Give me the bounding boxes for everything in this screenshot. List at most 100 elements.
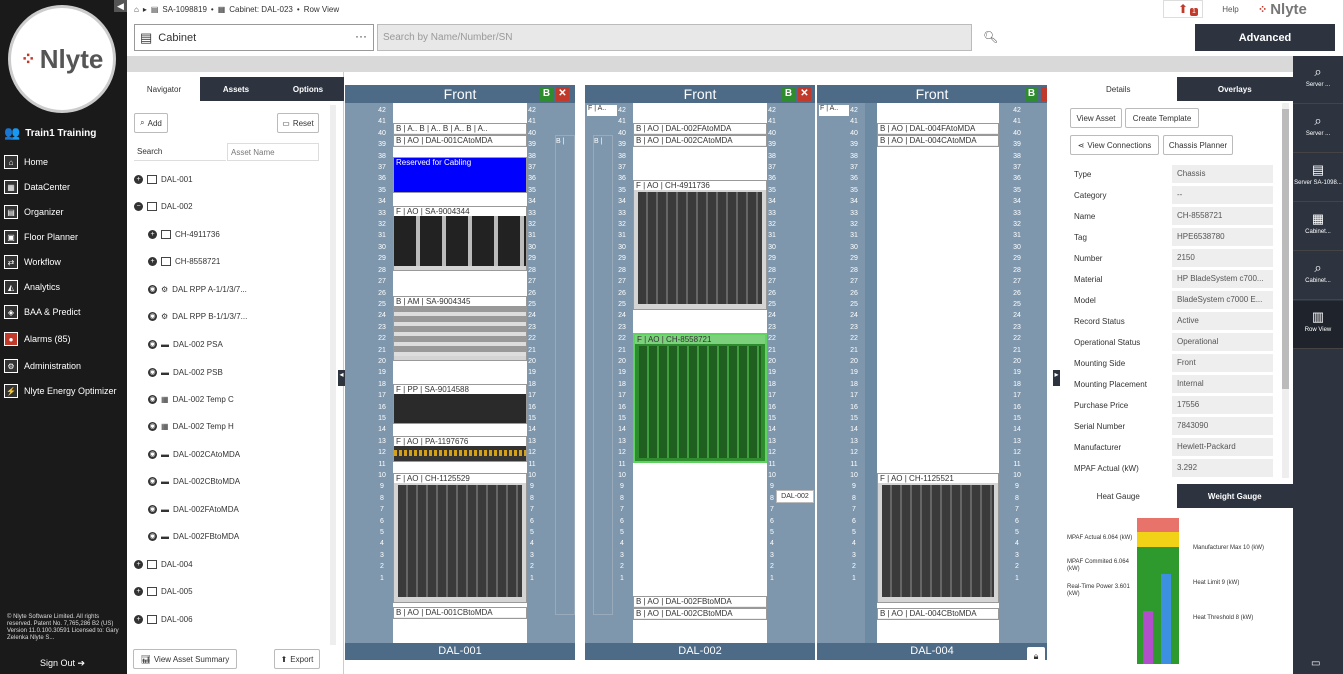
rack-device[interactable]: F | AO | CH-4911736 <box>633 180 767 310</box>
expand-icon[interactable]: + <box>134 560 143 569</box>
chassis-planner-button[interactable]: Chassis Planner <box>1163 135 1233 155</box>
tree-item-psa[interactable]: ◉ ▬ DAL-002 PSA <box>148 340 223 349</box>
tree-item-ch-8558721[interactable]: + CH-8558721 <box>148 257 220 266</box>
rack-device[interactable]: B | AO | DAL-002CBtoMDA <box>633 608 767 620</box>
rack-device[interactable]: F | AO | CH-1125529 <box>393 473 527 603</box>
nav-floor-planner[interactable]: ▣ Floor Planner <box>4 227 126 247</box>
asset-name-input[interactable]: Asset Name <box>227 143 319 161</box>
tab-options[interactable]: Options <box>272 77 344 101</box>
tree-item-catomda[interactable]: ◉ ▬ DAL-002CAtoMDA <box>148 450 240 459</box>
tree-item-cbtomda[interactable]: ◉ ▬ DAL-002CBtoMDA <box>148 477 240 486</box>
rack-device[interactable]: F | PP | SA-9014588 <box>393 384 527 424</box>
lock-icon[interactable]: 🔒︎ <box>1027 647 1045 665</box>
help-link[interactable]: Help <box>1203 0 1258 18</box>
rack-device[interactable]: B | AO | DAL-002FAtoMDA <box>633 123 767 135</box>
rack-device[interactable]: B | AO | DAL-001CAtoMDA <box>393 135 527 147</box>
rack-device[interactable]: B | AO | DAL-002CAtoMDA <box>633 135 767 147</box>
entity-type-select[interactable]: ▤ Cabinet ··· <box>134 24 374 51</box>
rack-close-button[interactable]: ✕ <box>798 87 811 101</box>
search-input[interactable]: Search by Name/Number/SN <box>377 24 972 51</box>
tree-item-dal-002[interactable]: − DAL-002 <box>134 202 193 211</box>
tree-item-fbtomda[interactable]: ◉ ▬ DAL-002FBtoMDA <box>148 532 239 541</box>
tree-item-psb[interactable]: ◉ ▬ DAL-002 PSB <box>148 368 223 377</box>
history-item[interactable]: ⌕ Server ... <box>1293 105 1343 153</box>
nav-baa-predict[interactable]: ◈ BAA & Predict <box>4 302 126 322</box>
collapse-left-panel-icon[interactable]: ◂ <box>338 370 345 386</box>
rack-device[interactable]: F | AO | CH-1125521 <box>877 473 999 603</box>
collapse-sidebar-button[interactable]: ◀ <box>114 0 127 12</box>
view-asset-summary-button[interactable]: 📊︎ View Asset Summary <box>133 649 237 669</box>
rack-device[interactable]: B | A.. B | A.. B | A.. B | A.. <box>393 123 527 135</box>
view-connections-button[interactable]: ⋖ View Connections <box>1070 135 1159 155</box>
tree-item-dal-001[interactable]: + DAL-001 <box>134 175 193 184</box>
rack-device[interactable]: B | AO | DAL-004CAtoMDA <box>877 135 999 147</box>
rack-device[interactable]: B | AO | DAL-001CBtoMDA <box>393 607 527 619</box>
tree-item-dal-006[interactable]: + DAL-006 <box>134 615 193 624</box>
tab-details[interactable]: Details <box>1060 77 1177 101</box>
advanced-button[interactable]: Advanced <box>1195 24 1335 51</box>
breadcrumb-item-server[interactable]: SA-1098819 <box>162 5 206 14</box>
tree-item-ch-4911736[interactable]: + CH-4911736 <box>148 230 220 239</box>
nav-home[interactable]: ⌂ Home <box>4 152 126 172</box>
export-button[interactable]: ⬆ Export <box>274 649 320 669</box>
nav-analytics[interactable]: ◭ Analytics <box>4 277 126 297</box>
history-item[interactable]: ▦ Cabinet... <box>1293 203 1343 251</box>
rack-b-button[interactable]: B <box>540 87 553 101</box>
tree-item-temp-c[interactable]: ◉ ▦ DAL-002 Temp C <box>148 395 234 404</box>
tab-heat-gauge[interactable]: Heat Gauge <box>1060 484 1177 508</box>
expand-icon[interactable]: + <box>134 175 143 184</box>
rack-close-button[interactable] <box>1041 87 1047 101</box>
history-item[interactable]: ⌕ Server ... <box>1293 56 1343 104</box>
view-asset-button[interactable]: View Asset <box>1070 108 1122 128</box>
menu-icon[interactable]: ▭ <box>1311 658 1320 669</box>
history-item-active[interactable]: ▥ Row View <box>1293 301 1343 349</box>
nav-alarms[interactable]: ● Alarms (85) <box>4 329 126 349</box>
create-template-button[interactable]: Create Template <box>1125 108 1199 128</box>
expand-icon[interactable]: + <box>134 587 143 596</box>
tree-item-fatomda[interactable]: ◉ ▬ DAL-002FAtoMDA <box>148 505 239 514</box>
nav-workflow[interactable]: ⇄ Workflow <box>4 252 126 272</box>
tree-item-temp-h[interactable]: ◉ ▦ DAL-002 Temp H <box>148 422 234 431</box>
expand-icon[interactable]: + <box>134 615 143 624</box>
more-options-icon[interactable]: ··· <box>355 29 367 43</box>
tree-item-rpp-a[interactable]: ◉ ⚙ DAL RPP A-1/1/3/7... <box>148 285 247 294</box>
details-scrollbar[interactable] <box>1282 103 1289 478</box>
reset-button[interactable]: ▭ Reset <box>277 113 319 133</box>
rack-device[interactable]: B | AO | DAL-004CBtoMDA <box>877 608 999 620</box>
history-item[interactable]: ▤ Server SA-1098... <box>1293 154 1343 202</box>
tree-item-dal-004[interactable]: + DAL-004 <box>134 560 193 569</box>
rack-device-small[interactable]: F | A.. <box>587 105 617 116</box>
tab-navigator[interactable]: Navigator <box>128 77 200 101</box>
rack-b-button[interactable]: B <box>782 87 795 101</box>
search-icon[interactable]: 🔍︎ <box>983 30 998 44</box>
user-name[interactable]: 👥 Train1 Training <box>4 124 124 142</box>
expand-icon[interactable]: + <box>148 257 157 266</box>
rack-device[interactable]: B | AM | SA-9004345 <box>393 296 527 361</box>
expand-icon[interactable]: + <box>148 230 157 239</box>
rack-device[interactable]: F | AO | PA-1197676 <box>393 436 527 462</box>
rack-close-button[interactable]: ✕ <box>556 87 569 101</box>
sign-out-link[interactable]: Sign Out ➔ <box>40 658 85 669</box>
nav-energy-optimizer[interactable]: ⚡ Nlyte Energy Optimizer <box>4 381 126 401</box>
nav-administration[interactable]: ⚙ Administration <box>4 356 126 376</box>
rack-device[interactable]: B | AO | DAL-002FBtoMDA <box>633 596 767 608</box>
history-item[interactable]: ⌕ Cabinet... <box>1293 252 1343 300</box>
add-button[interactable]: ⌕ Add <box>134 113 168 133</box>
nav-organizer[interactable]: ▤ Organizer <box>4 202 126 222</box>
home-icon[interactable]: ⌂ <box>134 5 139 14</box>
tab-assets[interactable]: Assets <box>200 77 272 101</box>
rack-reserved-cabling[interactable]: Reserved for Cabling <box>393 157 527 193</box>
collapse-right-panel-icon[interactable]: ▸ <box>1053 370 1060 386</box>
tab-overlays[interactable]: Overlays <box>1177 77 1294 101</box>
tab-weight-gauge[interactable]: Weight Gauge <box>1177 484 1294 508</box>
upload-button[interactable]: ⬆ 1 <box>1163 0 1203 18</box>
rack-b-button[interactable]: B <box>1025 87 1038 101</box>
rack-device-small[interactable]: F | A.. <box>819 105 849 116</box>
collapse-icon[interactable]: − <box>134 202 143 211</box>
tree-item-dal-005[interactable]: + DAL-005 <box>134 587 193 596</box>
breadcrumb-item-cabinet[interactable]: Cabinet: DAL-023 <box>229 5 293 14</box>
navigator-scrollbar[interactable] <box>330 105 336 645</box>
rack-device-selected[interactable]: F | AO | CH-8558721 <box>633 333 767 463</box>
nav-datacenter[interactable]: ▦ DataCenter <box>4 177 126 197</box>
rack-device[interactable]: B | AO | DAL-004FAtoMDA <box>877 123 999 135</box>
